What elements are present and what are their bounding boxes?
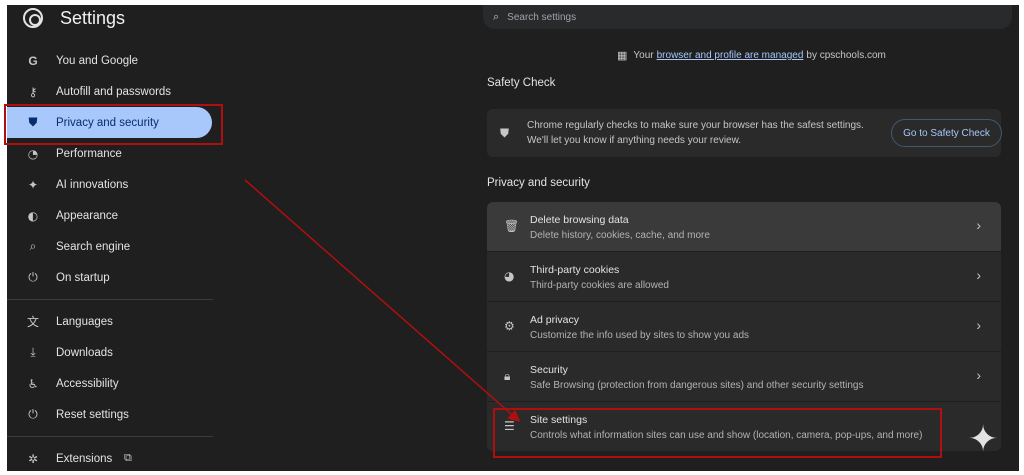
row-subtitle: Customize the info used by sites to show… xyxy=(530,330,750,341)
trash-icon: 🗑 xyxy=(504,219,520,233)
accessibility-icon: ♿ xyxy=(27,376,39,391)
search-input[interactable] xyxy=(507,11,988,23)
sidebar-item-label: Accessibility xyxy=(56,377,119,390)
chevron-right-icon: › xyxy=(976,317,981,333)
sidebar-item-label: Autofill and passwords xyxy=(56,85,172,98)
open-in-new-icon: ⧉ xyxy=(124,452,132,464)
highlight-privacy-nav xyxy=(4,104,223,145)
extensions-icon: ✲ xyxy=(27,451,39,466)
safety-check-card: ⛊ Chrome regularly checks to make sure y… xyxy=(487,109,1002,157)
sidebar-item-autofill[interactable]: ⚷ Autofill and passwords xyxy=(7,76,213,107)
sidebar-item-label: Appearance xyxy=(56,209,119,222)
search-icon: ⌕ xyxy=(493,10,500,23)
search-bar[interactable]: ⌕ xyxy=(483,5,1012,29)
download-icon: ⤓ xyxy=(30,345,36,359)
go-to-safety-check-button[interactable]: Go to Safety Check xyxy=(891,119,1002,147)
sidebar-item-label: Downloads xyxy=(56,346,113,359)
safety-check-heading: Safety Check xyxy=(487,77,556,89)
sidebar-item-appearance[interactable]: ◐ Appearance xyxy=(7,200,213,231)
row-title: Security xyxy=(530,364,568,376)
chevron-right-icon: › xyxy=(976,367,981,383)
managed-notice: ▦ Your browser and profile are managed b… xyxy=(617,49,886,62)
row-subtitle: Third-party cookies are allowed xyxy=(530,280,669,291)
row-subtitle: Safe Browsing (protection from dangerous… xyxy=(530,380,864,391)
highlight-site-settings xyxy=(493,408,942,458)
sidebar-item-label: Performance xyxy=(56,147,122,160)
cookie-icon: ◕ xyxy=(504,269,515,283)
speedometer-icon: ◔ xyxy=(27,146,39,161)
sidebar-item-ai-innovations[interactable]: ✦ AI innovations xyxy=(7,169,213,200)
nav-divider xyxy=(7,436,213,437)
reset-icon: ⏻ xyxy=(28,407,38,421)
row-title: Third-party cookies xyxy=(530,264,620,276)
sidebar-item-on-startup[interactable]: ⏻ On startup xyxy=(7,262,213,293)
palette-icon: ◐ xyxy=(27,208,39,223)
sidebar-item-reset-settings[interactable]: ⏻ Reset settings xyxy=(7,399,213,430)
nav-divider xyxy=(7,299,213,300)
row-third-party-cookies[interactable]: ◕ Third-party cookies Third-party cookie… xyxy=(487,252,1001,301)
gemini-sparkle-icon[interactable]: ✦ xyxy=(968,421,998,457)
row-title: Ad privacy xyxy=(530,314,580,326)
row-delete-browsing-data[interactable]: 🗑 Delete browsing data Delete history, c… xyxy=(487,202,1001,251)
shield-icon: ⛊ xyxy=(500,126,510,140)
managed-link[interactable]: browser and profile are managed xyxy=(657,50,804,61)
sidebar-item-label: Search engine xyxy=(56,240,131,253)
row-ad-privacy[interactable]: ⚙ Ad privacy Customize the info used by … xyxy=(487,302,1001,351)
key-icon: ⚷ xyxy=(28,84,38,99)
row-subtitle: Delete history, cookies, cache, and more xyxy=(530,230,710,241)
chevron-right-icon: › xyxy=(976,217,981,233)
brand: Settings xyxy=(23,5,125,31)
power-icon: ⏻ xyxy=(28,270,38,284)
settings-window: Settings G You and Google ⚷ Autofill and… xyxy=(7,5,1019,471)
sidebar-item-accessibility[interactable]: ♿ Accessibility xyxy=(7,368,213,399)
safety-check-line2: We'll let you know if anything needs you… xyxy=(527,135,742,146)
sidebar-item-you-and-google[interactable]: G You and Google xyxy=(7,45,213,76)
building-icon: ▦ xyxy=(617,50,628,62)
sidebar-item-extensions[interactable]: ✲ Extensions ⧉ xyxy=(7,443,213,471)
safety-check-text: Chrome regularly checks to make sure you… xyxy=(527,118,864,148)
sidebar-item-languages[interactable]: 文 Languages xyxy=(7,306,213,337)
privacy-heading: Privacy and security xyxy=(487,177,590,189)
sparkle-icon: ✦ xyxy=(27,177,39,192)
chevron-right-icon: › xyxy=(976,267,981,283)
sidebar-item-label: Extensions xyxy=(56,452,113,465)
row-title: Delete browsing data xyxy=(530,214,629,226)
sidebar-item-label: You and Google xyxy=(56,54,139,67)
search-icon: ⌕ xyxy=(29,239,37,253)
sidebar-item-label: Languages xyxy=(56,315,113,328)
page-title: Settings xyxy=(60,7,126,28)
sidebar-item-label: On startup xyxy=(56,271,110,284)
managed-suffix: by cpschools.com xyxy=(806,50,886,61)
sidebar-item-label: AI innovations xyxy=(56,178,129,191)
ad-privacy-icon: ⚙ xyxy=(504,319,515,333)
managed-prefix: Your xyxy=(633,50,654,61)
chrome-icon xyxy=(23,8,43,28)
sidebar-item-downloads[interactable]: ⤓ Downloads xyxy=(7,337,213,368)
row-security[interactable]: 🔒︎ Security Safe Browsing (protection fr… xyxy=(487,352,1001,401)
translate-icon: 文 xyxy=(26,315,39,329)
safety-check-line1: Chrome regularly checks to make sure you… xyxy=(527,120,864,131)
sidebar-item-search-engine[interactable]: ⌕ Search engine xyxy=(7,231,213,262)
sidebar-item-label: Reset settings xyxy=(56,408,129,421)
google-icon: G xyxy=(28,53,38,68)
lock-icon: 🔒︎ xyxy=(504,369,511,383)
